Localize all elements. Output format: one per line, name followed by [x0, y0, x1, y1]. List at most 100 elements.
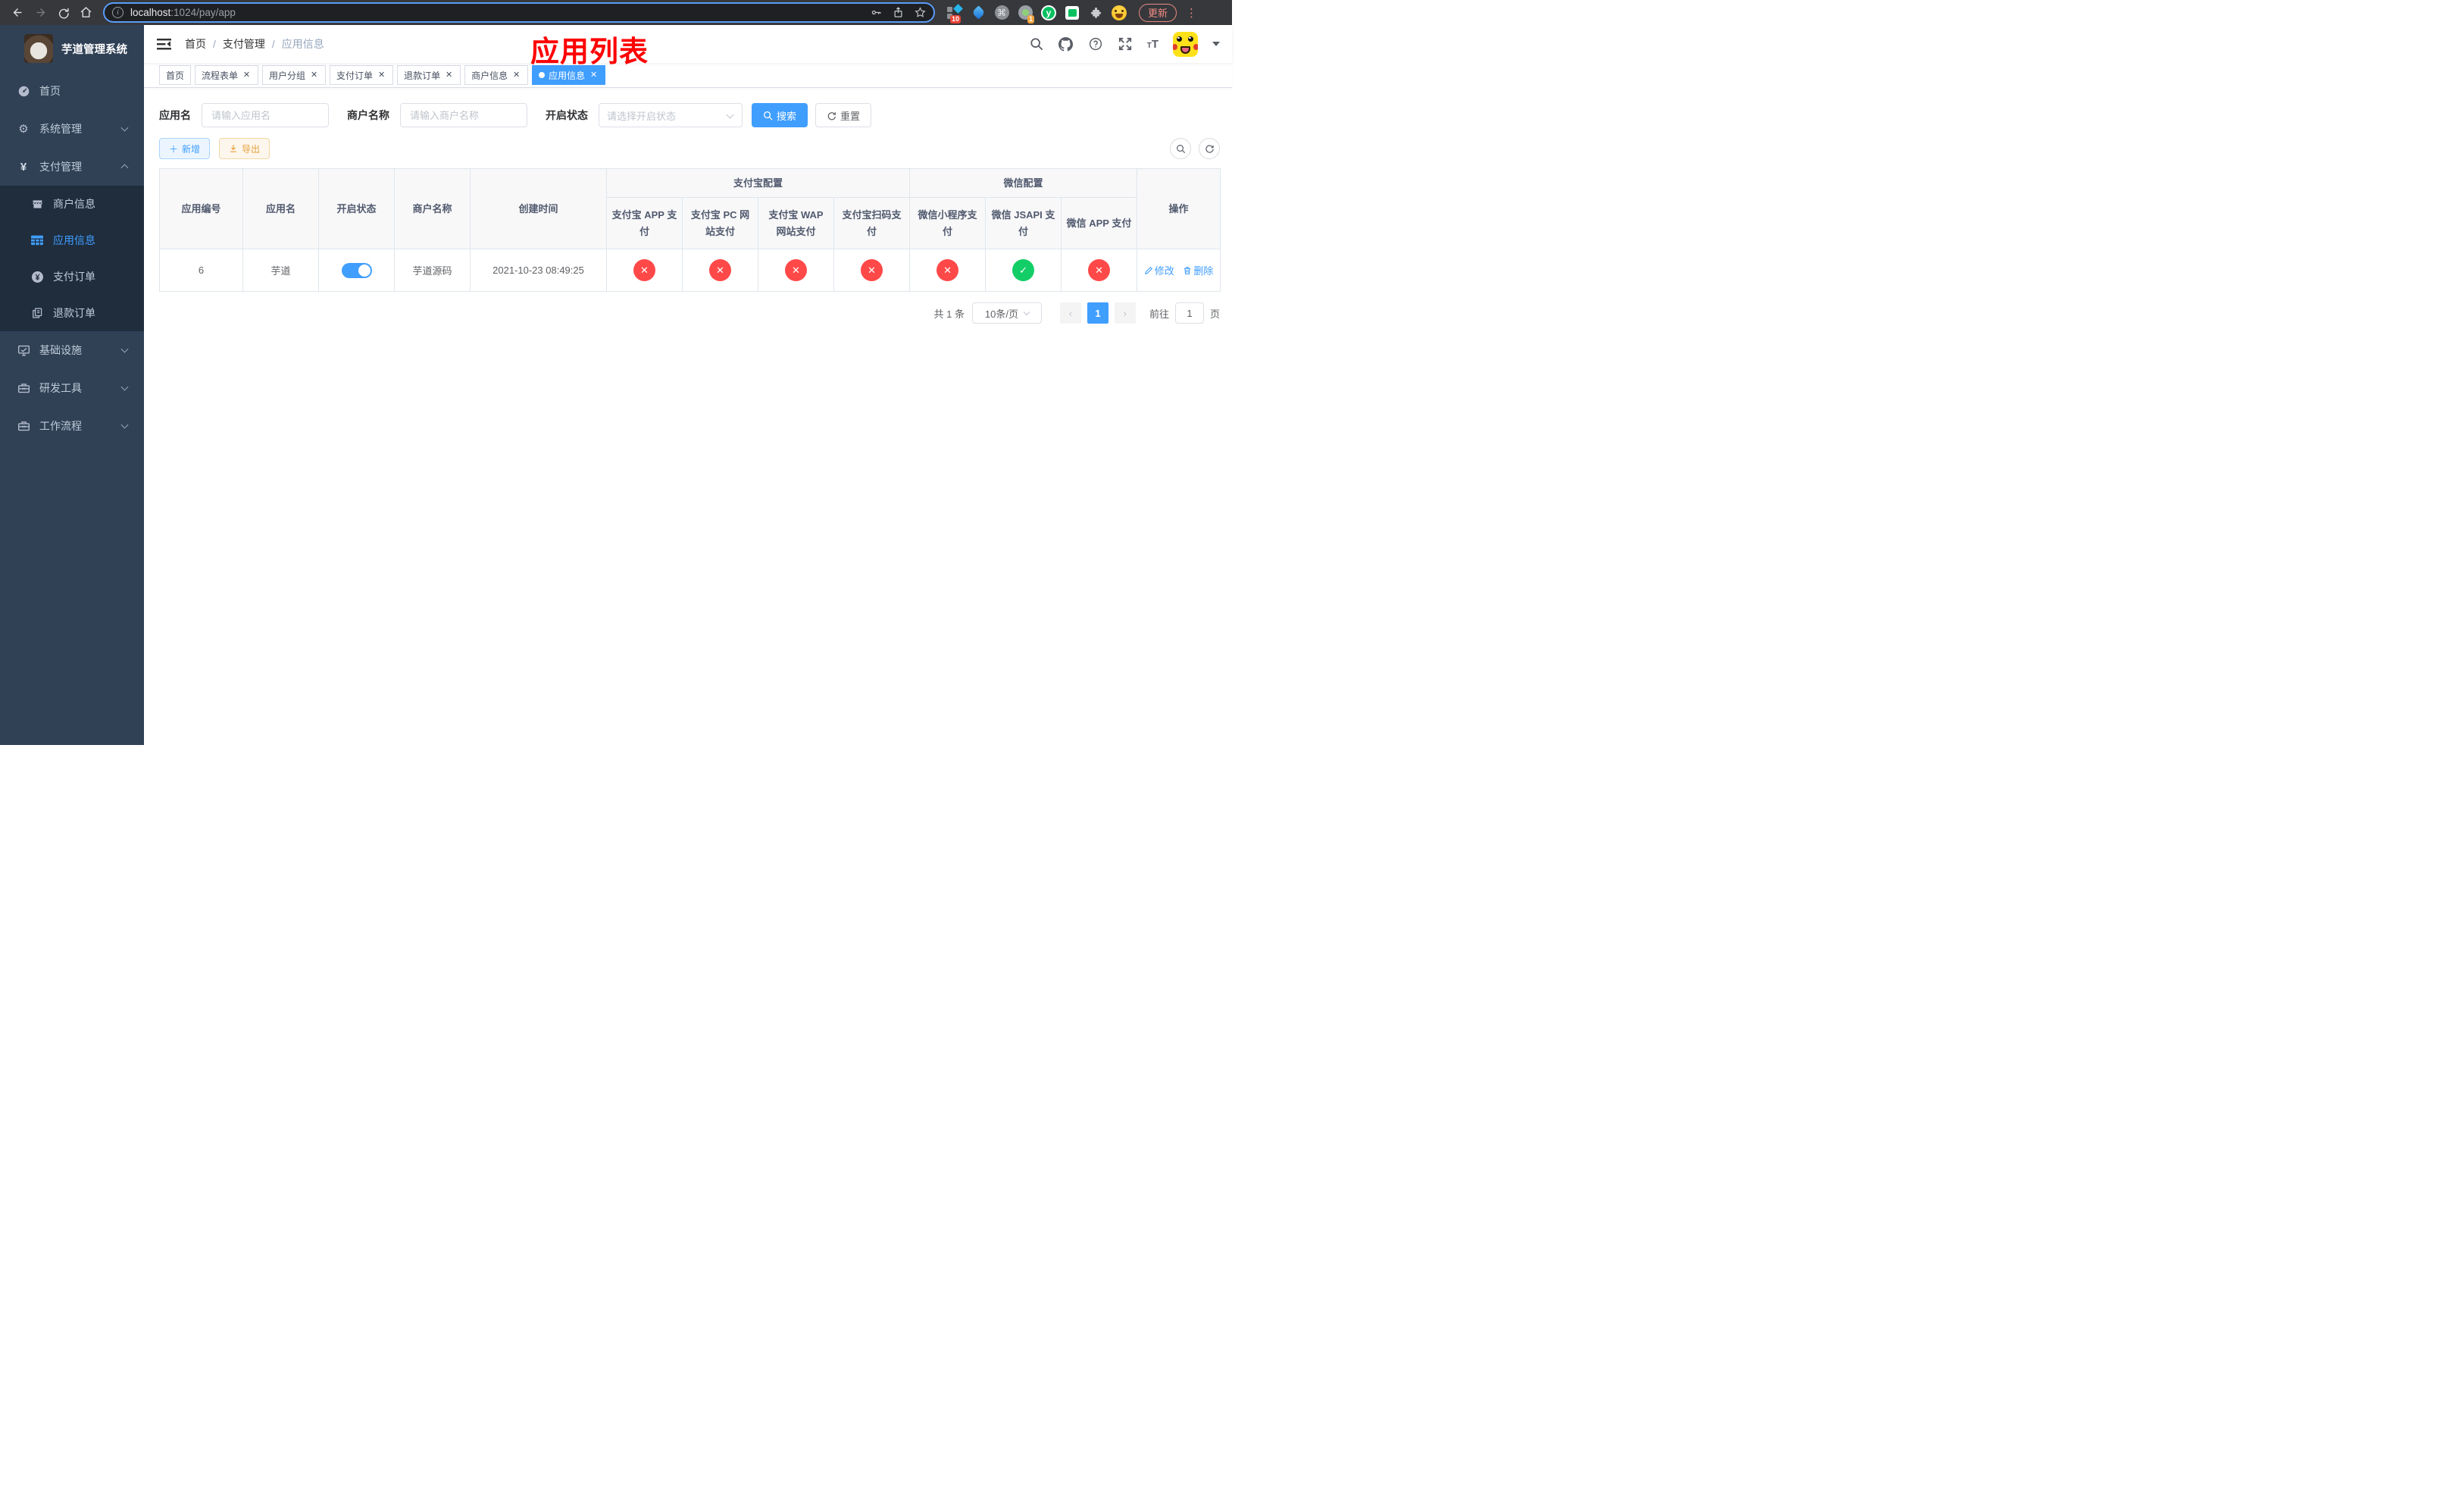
- delete-link[interactable]: 删除: [1183, 263, 1213, 277]
- col-app-id: 应用编号: [159, 168, 243, 249]
- tab-refund-orders[interactable]: 退款订单 ✕: [397, 65, 461, 85]
- merchant-name-label: 商户名称: [347, 109, 389, 121]
- prev-page-button[interactable]: ‹: [1059, 302, 1081, 324]
- sidebar-item-system[interactable]: ⚙ 系统管理: [0, 110, 144, 148]
- sidebar-logo[interactable]: 芋道管理系统: [0, 25, 144, 72]
- close-icon[interactable]: ✕: [511, 70, 521, 80]
- toolbox-icon: [17, 381, 30, 395]
- app-name-input[interactable]: [202, 103, 329, 127]
- page-url: localhost:1024/pay/app: [130, 7, 236, 18]
- status-toggle[interactable]: [341, 262, 372, 278]
- chevron-down-icon: [120, 421, 129, 429]
- yen-icon: ¥: [20, 160, 27, 174]
- top-navbar: 首页 / 支付管理 / 应用信息 TT: [144, 25, 1232, 63]
- col-created: 创建时间: [470, 168, 607, 249]
- password-key-icon[interactable]: [871, 7, 882, 18]
- sidebar-item-dev-tools[interactable]: 研发工具: [0, 369, 144, 407]
- sidebar-item-workflow[interactable]: 工作流程: [0, 407, 144, 445]
- bookmark-star-icon[interactable]: [915, 7, 926, 18]
- alipay-qr-status-icon: ✕: [861, 259, 883, 281]
- breadcrumb-current: 应用信息: [281, 38, 324, 50]
- github-icon[interactable]: [1058, 36, 1074, 52]
- extension-kite-icon[interactable]: [971, 5, 986, 20]
- avatar-caret-icon[interactable]: [1212, 42, 1220, 50]
- toggle-search-button[interactable]: [1170, 138, 1191, 159]
- fullscreen-icon[interactable]: [1118, 36, 1133, 52]
- extensions-puzzle-icon[interactable]: [1088, 5, 1103, 20]
- tab-merchant-info[interactable]: 商户信息 ✕: [464, 65, 529, 85]
- page-info-icon[interactable]: i: [112, 7, 124, 18]
- extension-command-icon[interactable]: ⌘: [994, 5, 1009, 20]
- refresh-button[interactable]: [1199, 138, 1220, 159]
- chevron-down-icon: [726, 111, 734, 119]
- sidebar-item-home[interactable]: 首页: [0, 72, 144, 110]
- status-select[interactable]: 请选择开启状态: [599, 103, 743, 127]
- col-merchant: 商户名称: [394, 168, 471, 249]
- gear-icon: ⚙: [18, 123, 29, 136]
- add-button[interactable]: ＋新增: [159, 138, 211, 159]
- close-icon[interactable]: ✕: [309, 70, 319, 80]
- col-alipay-wap: 支付宝 WAP 网站支付: [758, 197, 834, 249]
- browser-update-button[interactable]: 更新: [1139, 3, 1177, 22]
- merchant-name-input[interactable]: [400, 103, 527, 127]
- status-label: 开启状态: [546, 109, 588, 121]
- monitor-icon: [17, 343, 30, 357]
- logo-image: [24, 34, 53, 63]
- address-bar[interactable]: i localhost:1024/pay/app: [103, 2, 935, 23]
- user-avatar[interactable]: [1173, 31, 1198, 57]
- col-app-name: 应用名: [242, 168, 319, 249]
- reset-button[interactable]: 重置: [815, 103, 872, 127]
- document-copy-icon: [30, 306, 44, 320]
- help-icon[interactable]: [1088, 36, 1103, 52]
- browser-reload-button[interactable]: [53, 3, 73, 23]
- tab-user-group[interactable]: 用户分组 ✕: [262, 65, 327, 85]
- browser-home-button[interactable]: [76, 3, 95, 23]
- extension-icon-1[interactable]: 10: [947, 3, 963, 23]
- sidebar-collapse-icon[interactable]: [156, 36, 171, 52]
- page-annotation: 应用列表: [530, 36, 649, 68]
- jump-page-input[interactable]: [1174, 302, 1204, 324]
- extension-chat-icon[interactable]: [1065, 5, 1080, 20]
- edit-link[interactable]: 修改: [1144, 263, 1174, 277]
- col-group-alipay: 支付宝配置: [605, 168, 911, 198]
- page-number-button[interactable]: 1: [1087, 302, 1108, 324]
- breadcrumb-home[interactable]: 首页: [185, 36, 206, 52]
- tab-home[interactable]: 首页: [159, 65, 192, 85]
- close-icon[interactable]: ✕: [377, 70, 386, 80]
- search-icon[interactable]: [1029, 36, 1044, 52]
- chevron-up-icon: [120, 164, 129, 172]
- close-icon[interactable]: ✕: [242, 70, 252, 80]
- share-icon[interactable]: [893, 7, 904, 18]
- sidebar-item-payment[interactable]: ¥ 支付管理: [0, 148, 144, 186]
- font-size-icon[interactable]: TT: [1147, 38, 1159, 51]
- close-icon[interactable]: ✕: [444, 70, 454, 80]
- close-icon[interactable]: ✕: [589, 70, 599, 80]
- yen-circle-icon: [30, 270, 44, 283]
- extension-icon-2[interactable]: 1: [1018, 5, 1034, 23]
- col-status: 开启状态: [318, 168, 395, 249]
- sidebar-item-app-info[interactable]: 应用信息: [0, 222, 144, 258]
- extension-y-icon[interactable]: y: [1041, 5, 1056, 20]
- page-size-select[interactable]: 10条/页: [971, 302, 1042, 324]
- sidebar-item-refund-orders[interactable]: 退款订单: [0, 295, 144, 331]
- browser-back-button[interactable]: [8, 3, 27, 23]
- tab-process-form[interactable]: 流程表单 ✕: [195, 65, 259, 85]
- alipay-pc-status-icon: ✕: [709, 259, 731, 281]
- dashboard-icon: [17, 84, 30, 98]
- sidebar-item-pay-orders[interactable]: 支付订单: [0, 258, 144, 295]
- export-button[interactable]: 导出: [219, 138, 270, 159]
- breadcrumb: 首页 / 支付管理 / 应用信息: [185, 36, 324, 52]
- next-page-button[interactable]: ›: [1114, 302, 1136, 324]
- cell-created: 2021-10-23 08:49:25: [470, 249, 607, 292]
- browser-forward-button[interactable]: [30, 3, 50, 23]
- browser-menu-icon[interactable]: ⋮: [1186, 6, 1197, 20]
- sidebar-item-infrastructure[interactable]: 基础设施: [0, 331, 144, 369]
- search-button[interactable]: 搜索: [752, 103, 808, 127]
- sidebar-item-merchant-info[interactable]: 商户信息: [0, 186, 144, 222]
- col-alipay-qr: 支付宝扫码支付: [833, 197, 911, 249]
- tab-pay-orders[interactable]: 支付订单 ✕: [330, 65, 394, 85]
- profile-emoji-avatar[interactable]: [1112, 5, 1127, 20]
- app-title: 芋道管理系统: [61, 43, 127, 56]
- breadcrumb-section: 支付管理: [222, 38, 265, 50]
- jump-prefix: 前往: [1149, 308, 1169, 320]
